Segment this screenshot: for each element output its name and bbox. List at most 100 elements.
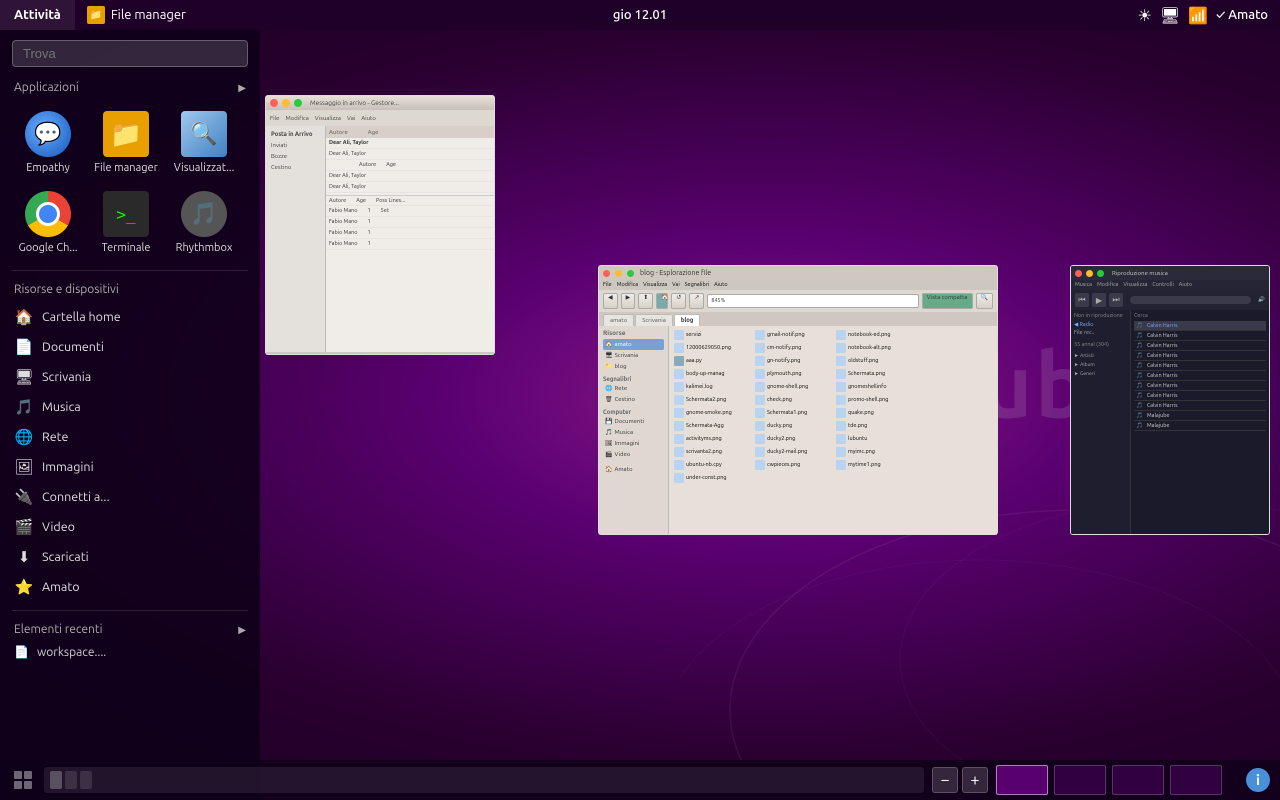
- music-track: 🎵Calvin Harris: [1134, 331, 1266, 341]
- user-name[interactable]: ✓ Amato: [1216, 8, 1268, 22]
- taskbar-thumb-2[interactable]: [65, 771, 77, 789]
- app-visualizzat[interactable]: 🔍 Visualizzat...: [166, 102, 242, 180]
- empathy-label: Empathy: [26, 162, 70, 174]
- chrome-icon: [25, 191, 71, 237]
- email-row: AutoreAge: [326, 160, 494, 171]
- music-track: 🎵Calvin Harris: [1134, 321, 1266, 331]
- resource-rete[interactable]: 🌐 Rete: [0, 422, 260, 452]
- filemanager-toolbar: ◀ ▶ ⬆ 🏠 ↺ ↗ 845% Vista compatta 🔍: [599, 290, 997, 312]
- resource-connettia[interactable]: 🔌 Connetti a...: [0, 482, 260, 512]
- images-icon: 🖼: [14, 457, 34, 477]
- app-grid: Empathy 📁 File manager 🔍 Visualizzat... …: [0, 98, 260, 264]
- rhythmbox-icon: 🎵: [181, 191, 227, 237]
- chrome-icon-wrap: [24, 190, 72, 238]
- taskbar-thumb-1[interactable]: [50, 771, 62, 789]
- app-terminal[interactable]: >_ Terminale: [88, 182, 164, 260]
- grid-cell-2: [24, 771, 32, 779]
- filemanager-label: File manager: [94, 162, 158, 174]
- email-row: Dear Ali, Taylor: [326, 138, 494, 149]
- music-close-dot: [1075, 270, 1082, 277]
- resource-immagini[interactable]: 🖼 Immagini: [0, 452, 260, 482]
- info-button[interactable]: i: [1246, 768, 1270, 792]
- email-window-content: Messaggio in arrivo - Gestore... FileMod…: [266, 96, 494, 354]
- resource-scaricati[interactable]: ⬇ Scaricati: [0, 542, 260, 572]
- email-row: Dear Ali, Taylor: [326, 171, 494, 182]
- email-row: Fabio Mano15et: [326, 206, 494, 217]
- fm-min-dot: [615, 270, 622, 277]
- app-chrome[interactable]: Google Ch...: [10, 182, 86, 260]
- recent-workspace[interactable]: 📄 workspace....: [0, 640, 260, 664]
- taskbar-thumb-3[interactable]: [80, 771, 92, 789]
- resource-video-label: Video: [42, 520, 75, 534]
- terminal-icon-wrap: >_: [102, 190, 150, 238]
- music-track: 🎵Calvin Harris: [1134, 401, 1266, 411]
- filemanager-window-thumb[interactable]: blog - Esplorazione file FileModificaVis…: [598, 265, 998, 535]
- resource-documenti[interactable]: 📄 Documenti: [0, 332, 260, 362]
- music-max-dot: [1097, 270, 1104, 277]
- resource-video[interactable]: 🎬 Video: [0, 512, 260, 542]
- app-empathy[interactable]: Empathy: [10, 102, 86, 180]
- workspace-thumb-1[interactable]: [996, 765, 1048, 795]
- resource-documenti-label: Documenti: [42, 340, 104, 354]
- resource-scaricati-label: Scaricati: [42, 550, 89, 564]
- resource-musica[interactable]: 🎵 Musica: [0, 392, 260, 422]
- music-window-content: Riproduzione musica MusicaModificaVisual…: [1071, 266, 1269, 534]
- music-track: 🎵Calvin Harris: [1134, 391, 1266, 401]
- filemanager-menubar: blog - Esplorazione file: [599, 266, 997, 280]
- music-window-thumb[interactable]: Riproduzione musica MusicaModificaVisual…: [1070, 265, 1270, 535]
- search-input[interactable]: [12, 40, 248, 67]
- network-icon[interactable]: 🖥: [1160, 6, 1180, 25]
- app-rhythmbox[interactable]: 🎵 Rhythmbox: [166, 182, 242, 260]
- applications-label: Applicazioni: [14, 81, 79, 94]
- resource-scrivania[interactable]: 🖥 Scrivania: [0, 362, 260, 392]
- zoom-out-button[interactable]: −: [932, 767, 958, 793]
- resource-scrivania-label: Scrivania: [42, 370, 91, 384]
- email-row: Fabio Mano1: [326, 217, 494, 228]
- amato-icon: ⭐: [14, 577, 34, 597]
- music-title: Riproduzione musica: [1112, 270, 1168, 277]
- rhythmbox-icon-wrap: 🎵: [180, 190, 228, 238]
- email-menubar: FileModificaVisualizzaVaiAiuto: [266, 110, 494, 126]
- filemanager-title: blog - Esplorazione file: [640, 269, 711, 277]
- resource-cartellahome[interactable]: 🏠 Cartella home: [0, 302, 260, 332]
- sun-icon[interactable]: ☀: [1138, 6, 1152, 25]
- resource-rete-label: Rete: [42, 430, 68, 444]
- music-body: Non in riproduzione ◀ Radio File rec.. 3…: [1071, 310, 1269, 535]
- resources-label: Risorse e dispositivi: [14, 283, 119, 296]
- email-window-titlebar: Messaggio in arrivo - Gestore...: [266, 96, 494, 110]
- music-tracklist: Cerca 🎵Calvin Harris 🎵Calvin Harris 🎵Cal…: [1131, 310, 1269, 535]
- filemanager-sidebar: Risorse 🏠amato 🖥Scrivania 📁blog Segnalib…: [599, 326, 669, 535]
- resources-list: 🏠 Cartella home 📄 Documenti 🖥 Scrivania …: [0, 300, 260, 604]
- zoom-controls: − +: [932, 767, 988, 793]
- workspace-grid-icon[interactable]: [10, 767, 36, 793]
- workspace-thumb-3[interactable]: [1112, 765, 1164, 795]
- zoom-in-button[interactable]: +: [962, 767, 988, 793]
- recent-workspace-label: workspace....: [37, 646, 106, 659]
- visualizzat-label: Visualizzat...: [174, 162, 235, 174]
- workspace-thumb-4[interactable]: [1170, 765, 1222, 795]
- music-track: 🎵Calvin Harris: [1134, 361, 1266, 371]
- system-tray: ☀ 🖥 📶 ✓ Amato: [1138, 6, 1280, 25]
- workspace-thumb-2[interactable]: [1054, 765, 1106, 795]
- filemanager-icon: 📁: [103, 111, 149, 157]
- wifi-icon[interactable]: 📶: [1188, 6, 1208, 25]
- close-dot-red: [270, 99, 278, 107]
- minimize-dot-yellow: [282, 99, 290, 107]
- app-filemanager[interactable]: 📁 File manager: [88, 102, 164, 180]
- music-track: 🎵Malajube: [1134, 411, 1266, 421]
- email-row: Fabio Mano1: [326, 239, 494, 250]
- bottom-panel: − + i: [0, 760, 1280, 800]
- music-toolbar: ⏮ ▶ ⏭ 🔊: [1071, 290, 1269, 310]
- filemanager-tabs: amato Scrivania blog: [599, 312, 997, 326]
- grid-cell-1: [14, 771, 22, 779]
- filemanager-appmenubar: FileModificaVisualizzaVaiSegnalibriAiuto: [599, 280, 997, 290]
- resource-cartellahome-label: Cartella home: [42, 310, 121, 324]
- email-row: Dear Ali, Taylor: [326, 149, 494, 160]
- file-manager-taskbar-btn[interactable]: 📁 File manager: [75, 0, 198, 30]
- filemanager-files: servizi gmail-notif.png notebook-ed.png …: [669, 326, 997, 535]
- email-statusbar: Rispo Re...: [266, 352, 494, 355]
- music-track: 🎵Calvin Harris: [1134, 371, 1266, 381]
- activities-button[interactable]: Attività: [0, 0, 75, 30]
- resource-amato[interactable]: ⭐ Amato: [0, 572, 260, 602]
- email-window-thumb[interactable]: Messaggio in arrivo - Gestore... FileMod…: [265, 95, 495, 355]
